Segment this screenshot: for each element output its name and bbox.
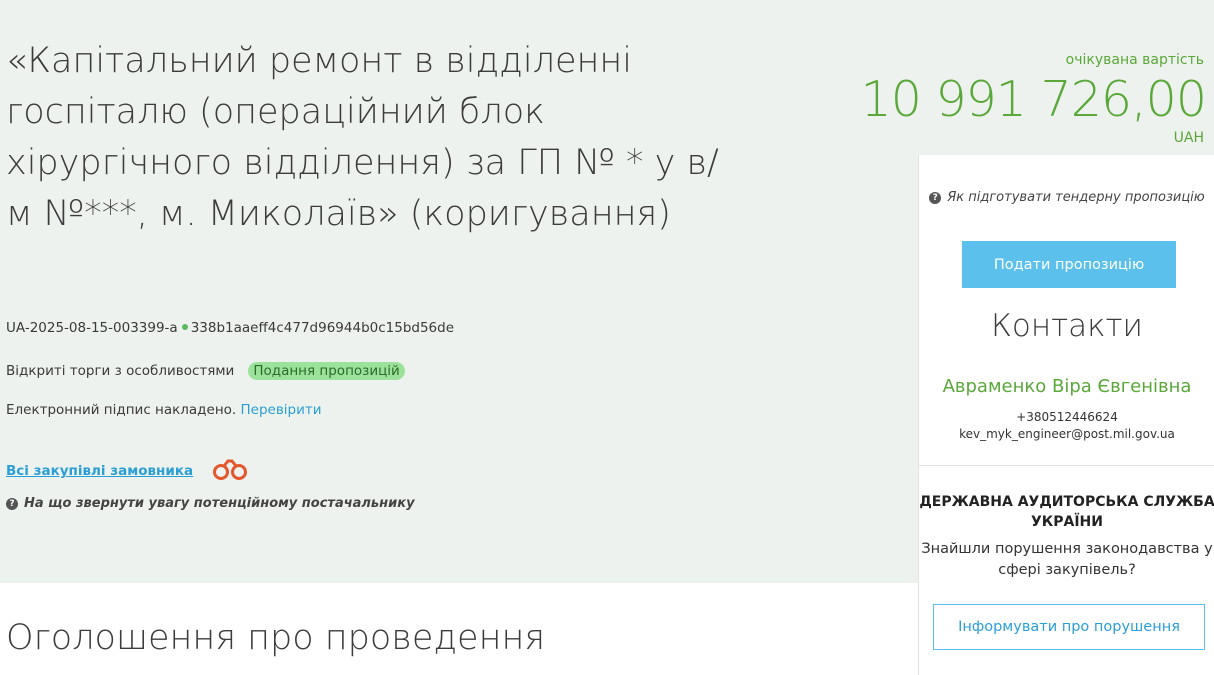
verify-signature-link[interactable]: Перевірити [241, 402, 322, 418]
status-badge: Подання пропозицій [248, 362, 405, 380]
how-to-prepare-link[interactable]: ? Як підготувати тендерну пропозицію [919, 188, 1214, 208]
buyer-line: Всі закупівлі замовника [6, 458, 251, 484]
expected-value-currency: UAH [1173, 130, 1204, 146]
announcement-heading: Оголошення про проведення [6, 618, 546, 658]
report-violation-button[interactable]: Інформувати про порушення [933, 604, 1205, 650]
how-to-prepare-text: Як підготувати тендерну пропозицію [947, 190, 1205, 205]
expected-value-label: очікувана вартість [1065, 52, 1204, 68]
expected-value-amount: 10 991 726,00 [860, 71, 1207, 128]
signature-line: Електронний підпис накладено. Перевірити [6, 402, 322, 418]
audit-service-text: Знайшли порушення законодавства у сфері … [921, 541, 1213, 578]
sidebar: ? Як підготувати тендерну пропозицію Пода… [918, 155, 1214, 675]
tender-hash: 338b1aaeff4c477d96944b0c15bd56de [190, 320, 455, 336]
procedure-type: Відкриті торги з особливостями [6, 363, 235, 379]
contact-name: Авраменко Віра Євгенівна [942, 376, 1192, 397]
contact-email: kev_myk_engineer@post.mil.gov.ua [959, 427, 1175, 441]
dot-separator-icon [181, 324, 188, 330]
question-icon: ? [929, 192, 942, 204]
binoculars-icon[interactable] [211, 458, 251, 484]
procedure-line: Відкриті торги з особливостями Подання пр… [6, 362, 405, 380]
question-icon: ? [6, 498, 18, 510]
tender-id: UA-2025-08-15-003399-a [6, 320, 178, 336]
divider [919, 465, 1214, 466]
signature-text: Електронний підпис накладено. [6, 402, 237, 418]
supplier-hint-text: На що звернути увагу потенційному постач… [24, 496, 415, 511]
submit-bid-button[interactable]: Подати пропозицію [962, 241, 1176, 288]
tender-id-line: UA-2025-08-15-003399-a 338b1aaeff4c477d96… [6, 320, 454, 336]
audit-service-title: ДЕРЖАВНА АУДИТОРСЬКА СЛУЖБА УКРАЇНИ [919, 494, 1214, 530]
all-buyer-tenders-link[interactable]: Всі закупівлі замовника [6, 463, 193, 479]
contacts-title: Контакти [991, 308, 1143, 344]
supplier-hint[interactable]: ? На що звернути увагу потенційному поста… [6, 496, 415, 511]
page-title: «Капітальний ремонт в відділенні госпіта… [6, 41, 719, 234]
contact-phone: +380512446624 [1016, 410, 1118, 424]
